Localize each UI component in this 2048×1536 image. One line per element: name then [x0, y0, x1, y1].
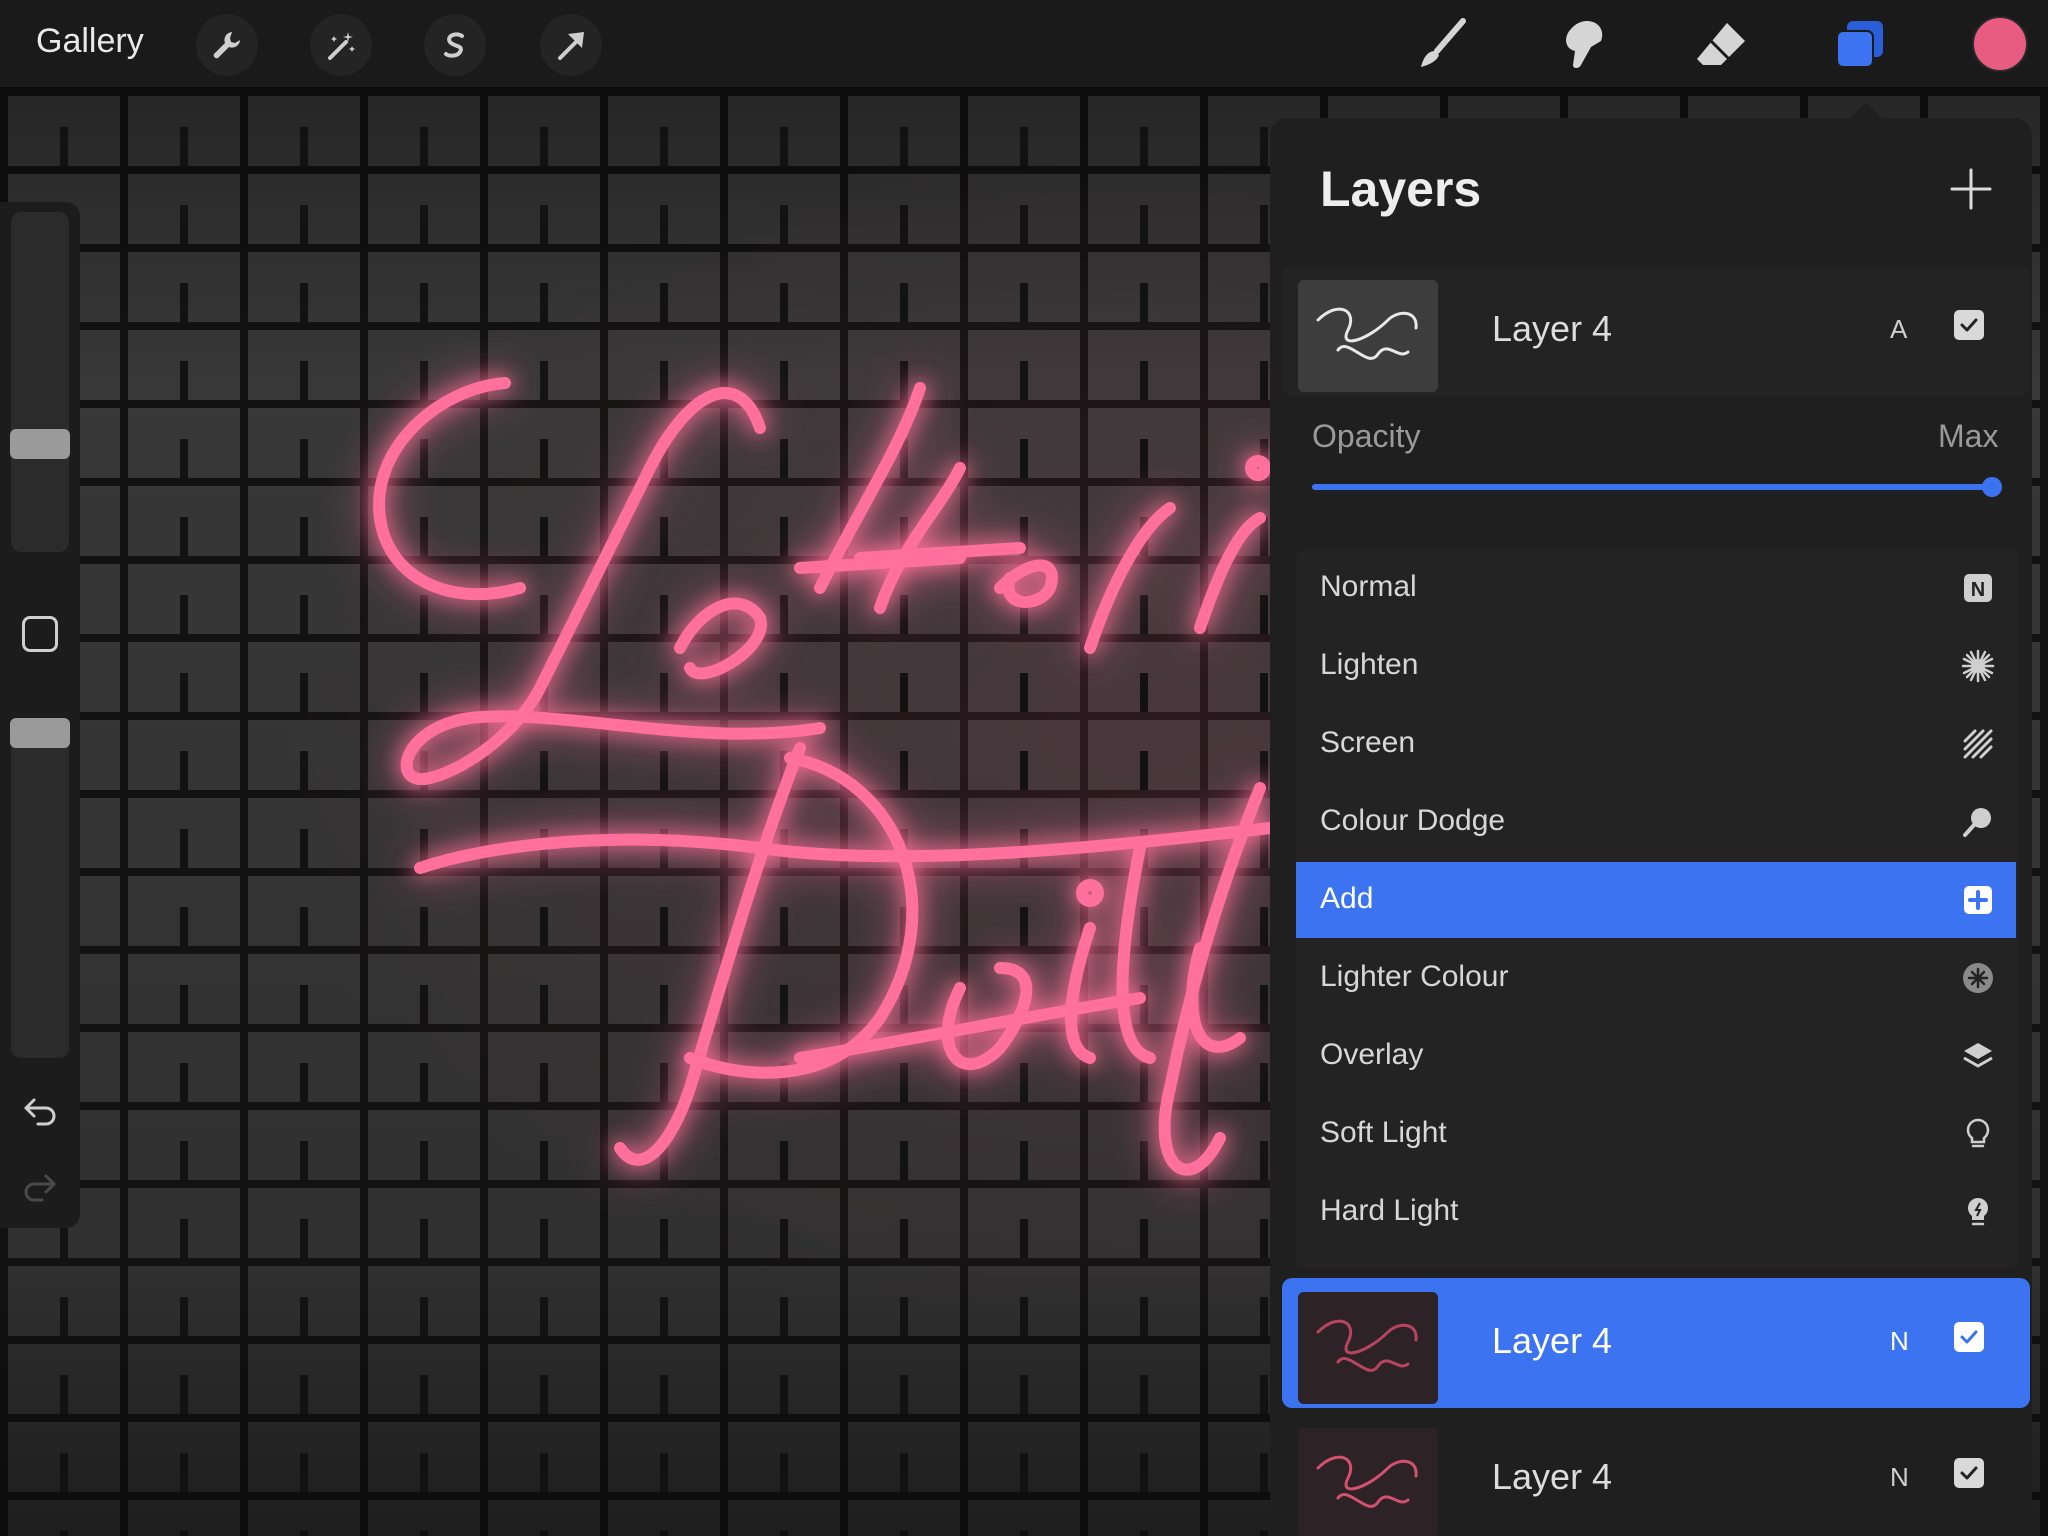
blend-mode-label: Hard Light — [1320, 1194, 1459, 1227]
layer-visibility-checkbox[interactable] — [1954, 310, 1984, 340]
blend-mode-label: Soft Light — [1320, 1116, 1447, 1149]
brush-tool-button[interactable] — [1408, 12, 1474, 78]
blend-mode-label: Lighten — [1320, 648, 1419, 681]
undo-icon[interactable] — [20, 1090, 60, 1130]
layer-blend-mode-button[interactable]: N — [1890, 1326, 1909, 1357]
opacity-slider-knob[interactable] — [1982, 477, 2002, 497]
checkmark-icon — [1960, 1466, 1978, 1480]
selection-button[interactable] — [424, 14, 486, 76]
bulb-filled-icon — [1960, 1194, 1996, 1230]
layers-icon — [1836, 21, 1883, 68]
blend-mode-item-lighten[interactable]: Lighten — [1296, 628, 2016, 704]
dodge-icon — [1960, 804, 1996, 840]
smudge-icon — [1566, 21, 1603, 68]
magic-wand-icon — [328, 32, 355, 60]
checkmark-icon — [1960, 318, 1978, 332]
brush-opacity-slider[interactable] — [10, 718, 70, 1058]
blend-mode-label: Lighter Colour — [1320, 960, 1509, 993]
blend-mode-list: Normal N Lighten Screen Colour Dodge Add Light… — [1296, 550, 2018, 1268]
layer-thumbnail — [1298, 280, 1438, 392]
blend-mode-label: Add — [1320, 882, 1374, 915]
blend-mode-item-screen[interactable]: Screen — [1296, 706, 2016, 782]
wrench-icon — [213, 32, 240, 59]
brush-icon — [1421, 18, 1466, 67]
blend-mode-item-normal[interactable]: Normal N — [1296, 550, 2016, 626]
bulb-outline-icon — [1960, 1116, 1996, 1152]
blend-mode-label: Overlay — [1320, 1038, 1424, 1071]
opacity-slider[interactable] — [1312, 477, 2002, 497]
brush-size-thumb[interactable] — [10, 429, 70, 459]
layer-blend-mode-button[interactable]: A — [1890, 314, 1907, 345]
smudge-tool-button[interactable] — [1548, 12, 1614, 78]
eraser-icon — [1697, 23, 1745, 65]
blend-mode-item-add[interactable]: Add — [1296, 862, 2016, 938]
actions-button[interactable] — [196, 14, 258, 76]
opacity-value: Max — [1938, 418, 1999, 454]
stack-icon — [1960, 1038, 1996, 1074]
opacity-label: Opacity — [1312, 418, 1421, 454]
adjustments-button[interactable] — [310, 14, 372, 76]
blend-mode-item-soft-light[interactable]: Soft Light — [1296, 1096, 2016, 1172]
blend-mode-item-hard-light[interactable]: Hard Light — [1296, 1174, 2016, 1250]
layer-row[interactable]: Layer 4 N — [1282, 1278, 2030, 1408]
layer-thumbnail — [1298, 1428, 1438, 1536]
transform-button[interactable] — [540, 14, 602, 76]
brush-size-slider[interactable] — [10, 212, 70, 552]
layer-name: Layer 4 — [1492, 308, 1613, 349]
plus-icon[interactable] — [1946, 164, 1996, 214]
blend-mode-label: Colour Dodge — [1320, 804, 1506, 837]
color-picker-button[interactable] — [1972, 16, 2028, 72]
modify-square-icon[interactable] — [22, 616, 58, 652]
burst-icon — [1960, 648, 1996, 684]
plus-box-icon — [1960, 882, 1996, 918]
blend-mode-item-lighter-colour[interactable]: Lighter Colour — [1296, 940, 2016, 1016]
layers-panel: Layers Layer 4 A Opacity Max Normal N Ligh… — [1270, 118, 2032, 1536]
layer-row[interactable]: Layer 4 A — [1282, 266, 2030, 396]
panel-title: Layers — [1320, 161, 1482, 217]
redo-icon[interactable] — [20, 1166, 60, 1206]
layer-row[interactable]: Layer 4 N — [1282, 1414, 2030, 1536]
starburst-circle-icon — [1960, 960, 1996, 996]
left-sidebar — [0, 202, 80, 1228]
transform-arrow-icon — [558, 32, 584, 60]
blend-mode-label: Screen — [1320, 726, 1416, 759]
blend-mode-label: Normal — [1320, 570, 1417, 603]
checkmark-icon — [1960, 1330, 1978, 1344]
normal-n-icon: N — [1960, 570, 1996, 606]
layer-visibility-checkbox[interactable] — [1954, 1322, 1984, 1352]
blend-mode-item-overlay[interactable]: Overlay — [1296, 1018, 2016, 1094]
layer-visibility-checkbox[interactable] — [1954, 1458, 1984, 1488]
opacity-slider-fill — [1312, 484, 1992, 490]
layer-name: Layer 4 — [1492, 1456, 1613, 1497]
gallery-button[interactable]: Gallery — [36, 22, 144, 61]
layer-name: Layer 4 — [1492, 1320, 1613, 1361]
eraser-tool-button[interactable] — [1688, 12, 1754, 78]
selection-icon — [444, 32, 464, 58]
layers-tool-button[interactable] — [1826, 12, 1892, 78]
blend-mode-item-colour-dodge[interactable]: Colour Dodge — [1296, 784, 2016, 860]
top-toolbar: Gallery — [0, 0, 2048, 88]
layer-blend-mode-button[interactable]: N — [1890, 1462, 1909, 1493]
brush-opacity-thumb[interactable] — [10, 718, 70, 748]
svg-text:N: N — [1971, 579, 1985, 601]
hatch-icon — [1960, 726, 1996, 762]
layer-thumbnail — [1298, 1292, 1438, 1404]
